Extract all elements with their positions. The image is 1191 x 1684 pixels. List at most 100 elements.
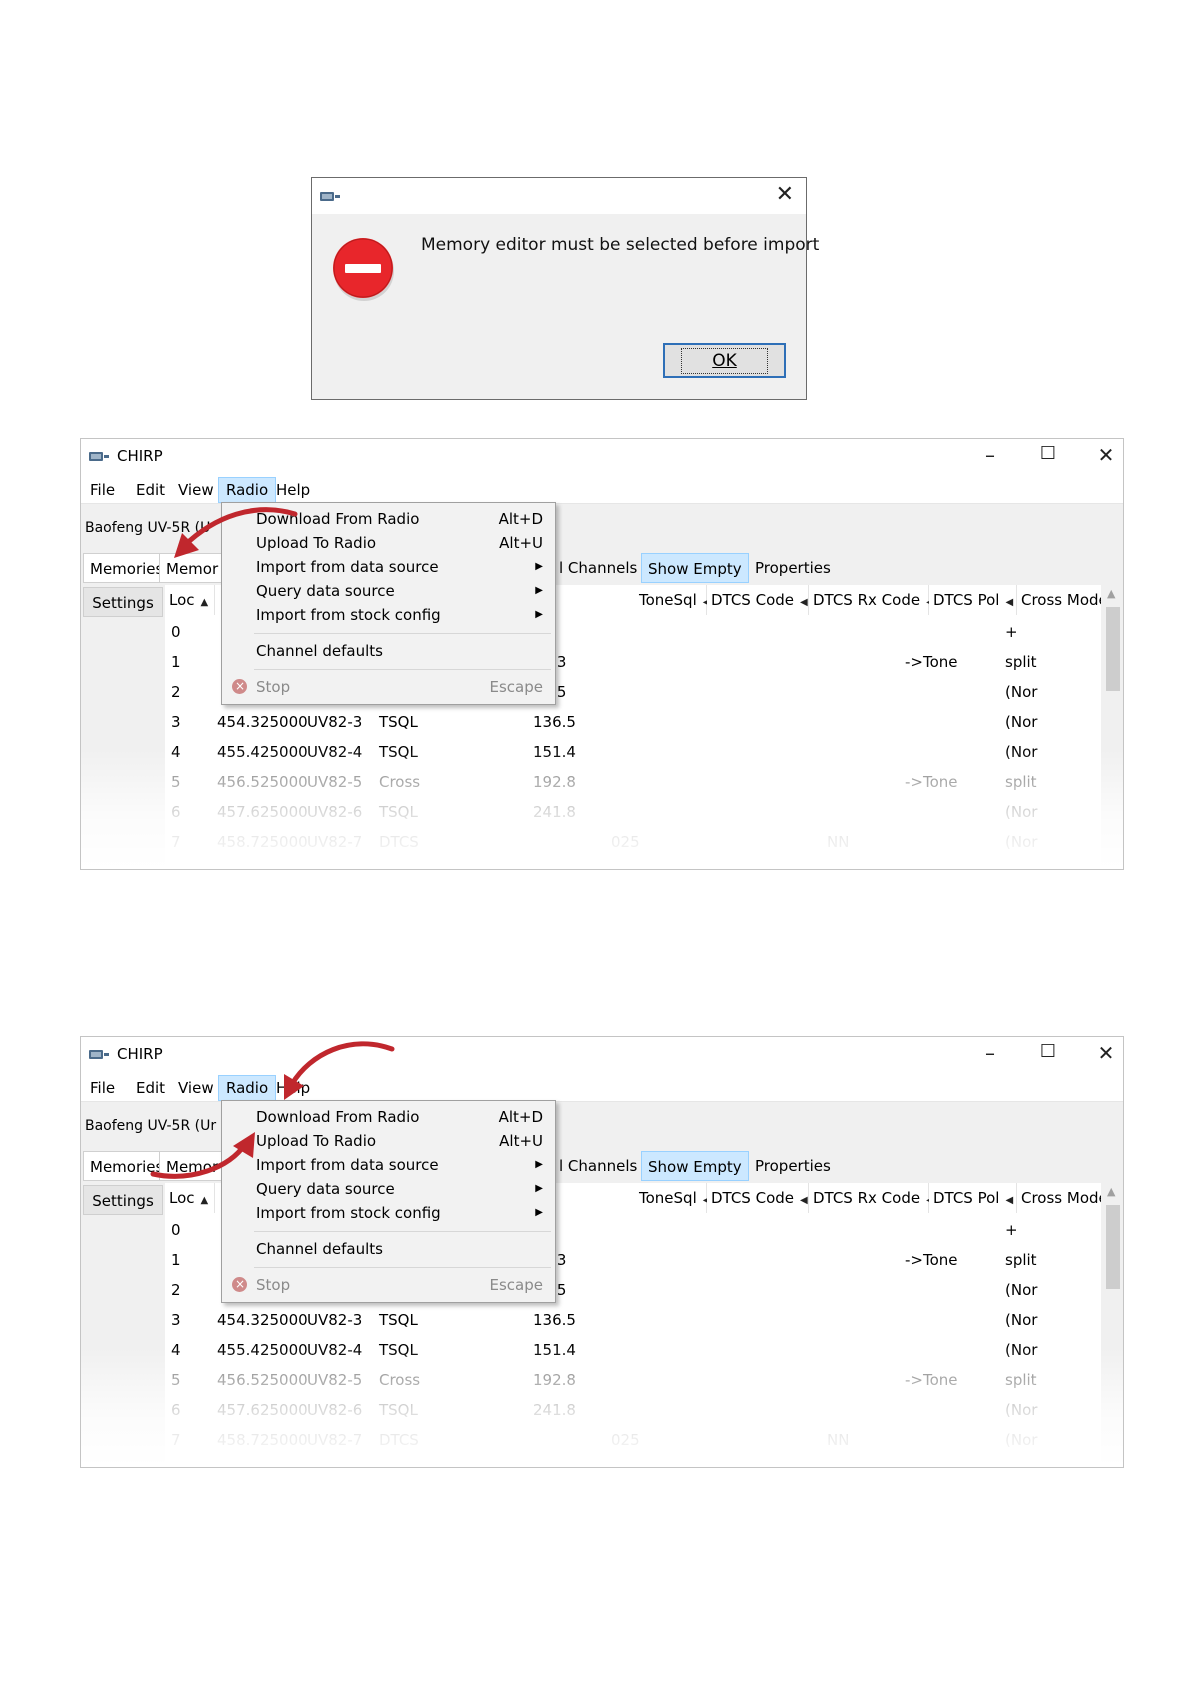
dialog-close-button[interactable]: ✕ xyxy=(776,183,794,207)
menu-item-shortcut: Alt+D xyxy=(498,510,543,528)
ok-button[interactable]: OK xyxy=(663,343,786,378)
menu-file[interactable]: File xyxy=(83,1075,122,1101)
cell-loc: 2 xyxy=(171,1281,181,1299)
column-header-tonesql[interactable]: ToneSql◀ xyxy=(635,1183,710,1213)
menu-item-upload-to-radio[interactable]: Upload To Radio Alt+U xyxy=(222,1129,555,1153)
tab-properties[interactable]: Properties xyxy=(749,1151,837,1181)
cell-name: UV82-3 xyxy=(307,1311,363,1329)
menu-item-label: Stop xyxy=(256,678,291,696)
menu-item-label: Import from data source xyxy=(256,1156,439,1174)
tab-all-channels[interactable]: l Channels xyxy=(553,553,644,583)
column-header-dtcs-pol[interactable]: DTCS Pol ◀ xyxy=(929,1183,1017,1213)
tab-properties[interactable]: Properties xyxy=(749,553,837,583)
column-header-label: Loc xyxy=(169,1189,195,1207)
menu-item-query-data-source[interactable]: Query data source ▶ xyxy=(222,1177,555,1201)
column-header-label: DTCS Code xyxy=(711,1189,794,1207)
column-header-tonesql[interactable]: ToneSql◀ xyxy=(635,585,710,615)
cell-name: UV82-3 xyxy=(307,713,363,731)
cell-cross: ->Tone xyxy=(905,653,958,671)
scroll-thumb[interactable] xyxy=(1106,607,1120,691)
menu-separator xyxy=(254,633,551,634)
table-row[interactable]: 3 454.325000 UV82-3 TSQL 136.5 (Nor xyxy=(165,1305,1101,1335)
dialog-titlebar: ✕ xyxy=(312,178,806,214)
column-header-loc[interactable]: Loc ▲ xyxy=(165,585,215,615)
menu-item-label: Upload To Radio xyxy=(256,1132,377,1150)
column-header-label: DTCS Pol xyxy=(933,1189,1000,1207)
menu-item-shortcut: Escape xyxy=(489,678,543,696)
cell-mode: TSQL xyxy=(379,713,418,731)
column-header-dtcs-pol[interactable]: DTCS Pol ◀ xyxy=(929,585,1017,615)
sort-arrow-icon: ▲ xyxy=(200,597,209,608)
menu-file[interactable]: File xyxy=(83,477,122,503)
sort-arrow-icon: ◀ xyxy=(800,597,808,608)
menu-radio[interactable]: Radio xyxy=(218,1075,277,1101)
annotation-arrow-3 xyxy=(150,1132,255,1179)
column-header-cross-mode[interactable]: Cross Mode◀ xyxy=(1017,1183,1101,1213)
chirp-app-icon xyxy=(89,1050,111,1059)
table-row[interactable]: 3 454.325000 UV82-3 TSQL 136.5 (Nor xyxy=(165,707,1101,737)
column-header-dtcs-rx-code[interactable]: DTCS Rx Code◀ xyxy=(809,585,934,615)
menu-item-query-data-source[interactable]: Query data source ▶ xyxy=(222,579,555,603)
maximize-button[interactable]: ☐ xyxy=(1033,443,1063,464)
cell-freq: 454.325000 xyxy=(217,713,308,731)
error-dialog: ✕ Memory editor must be selected before … xyxy=(311,177,819,400)
cell-loc: 1 xyxy=(171,1251,181,1269)
settings-button[interactable]: Settings xyxy=(83,1185,163,1215)
column-header-dtcs-code[interactable]: DTCS Code ◀ xyxy=(707,585,809,615)
menu-item-label: Stop xyxy=(256,1276,291,1294)
submenu-arrow-icon: ▶ xyxy=(535,1159,543,1170)
cell-dupl: + xyxy=(1005,1221,1018,1239)
settings-button[interactable]: Settings xyxy=(83,587,163,617)
scroll-up-icon[interactable]: ▲ xyxy=(1107,587,1115,600)
cell-loc: 0 xyxy=(171,1221,181,1239)
menu-separator xyxy=(254,1231,551,1232)
column-header-cross-mode[interactable]: Cross Mode◀ xyxy=(1017,585,1101,615)
menu-item-label: Query data source xyxy=(256,1180,395,1198)
tab-memories[interactable]: Memories xyxy=(83,553,171,583)
menu-item-shortcut: Alt+D xyxy=(498,1108,543,1126)
tab-all-channels[interactable]: l Channels xyxy=(553,1151,644,1181)
window-titlebar: CHIRP – ☐ ✕ xyxy=(81,1037,1123,1071)
column-header-label: Cross Mode xyxy=(1021,1189,1101,1207)
close-button[interactable]: ✕ xyxy=(1091,1041,1121,1065)
menu-separator xyxy=(254,1267,551,1268)
menu-item-shortcut: Alt+U xyxy=(499,534,543,552)
menu-item-channel-defaults[interactable]: Channel defaults xyxy=(222,639,555,663)
menu-item-label: Channel defaults xyxy=(256,642,383,660)
menu-separator xyxy=(254,669,551,670)
tab-show-empty[interactable]: Show Empty xyxy=(641,1151,749,1181)
close-button[interactable]: ✕ xyxy=(1091,443,1121,467)
fade-overlay xyxy=(81,749,1123,869)
menu-item-label: Channel defaults xyxy=(256,1240,383,1258)
menu-item-label: Import from stock config xyxy=(256,1204,441,1222)
maximize-button[interactable]: ☐ xyxy=(1033,1041,1063,1062)
menu-item-import-from-data-source[interactable]: Import from data source ▶ xyxy=(222,1153,555,1177)
cell-loc: 3 xyxy=(171,713,181,731)
menu-bar: FileEditViewRadioHelp xyxy=(81,1071,1123,1101)
column-header-label: DTCS Rx Code xyxy=(813,591,921,609)
annotation-arrow-2 xyxy=(284,1041,395,1100)
menu-item-channel-defaults[interactable]: Channel defaults xyxy=(222,1237,555,1261)
menu-view[interactable]: View xyxy=(171,1075,221,1101)
tab-show-empty[interactable]: Show Empty xyxy=(641,553,749,583)
cell-loc: 0 xyxy=(171,623,181,641)
fade-overlay xyxy=(81,1347,1123,1467)
minimize-button[interactable]: – xyxy=(975,443,1005,467)
scroll-up-icon[interactable]: ▲ xyxy=(1107,1185,1115,1198)
menu-item-import-from-stock-config[interactable]: Import from stock config ▶ xyxy=(222,603,555,627)
error-stop-icon xyxy=(333,238,394,301)
column-header-dtcs-rx-code[interactable]: DTCS Rx Code◀ xyxy=(809,1183,934,1213)
submenu-arrow-icon: ▶ xyxy=(535,609,543,620)
window-title: CHIRP xyxy=(117,1045,163,1063)
menu-item-shortcut: Alt+U xyxy=(499,1132,543,1150)
column-header-dtcs-code[interactable]: DTCS Code ◀ xyxy=(707,1183,809,1213)
scroll-thumb[interactable] xyxy=(1106,1205,1120,1289)
cell-loc: 3 xyxy=(171,1311,181,1329)
cell-mode: TSQL xyxy=(379,1311,418,1329)
minimize-button[interactable]: – xyxy=(975,1041,1005,1065)
cell-dupl: split xyxy=(1005,653,1037,671)
menu-edit[interactable]: Edit xyxy=(129,1075,172,1101)
menu-item-import-from-stock-config[interactable]: Import from stock config ▶ xyxy=(222,1201,555,1225)
column-header-label: DTCS Pol xyxy=(933,591,1000,609)
submenu-arrow-icon: ▶ xyxy=(535,561,543,572)
